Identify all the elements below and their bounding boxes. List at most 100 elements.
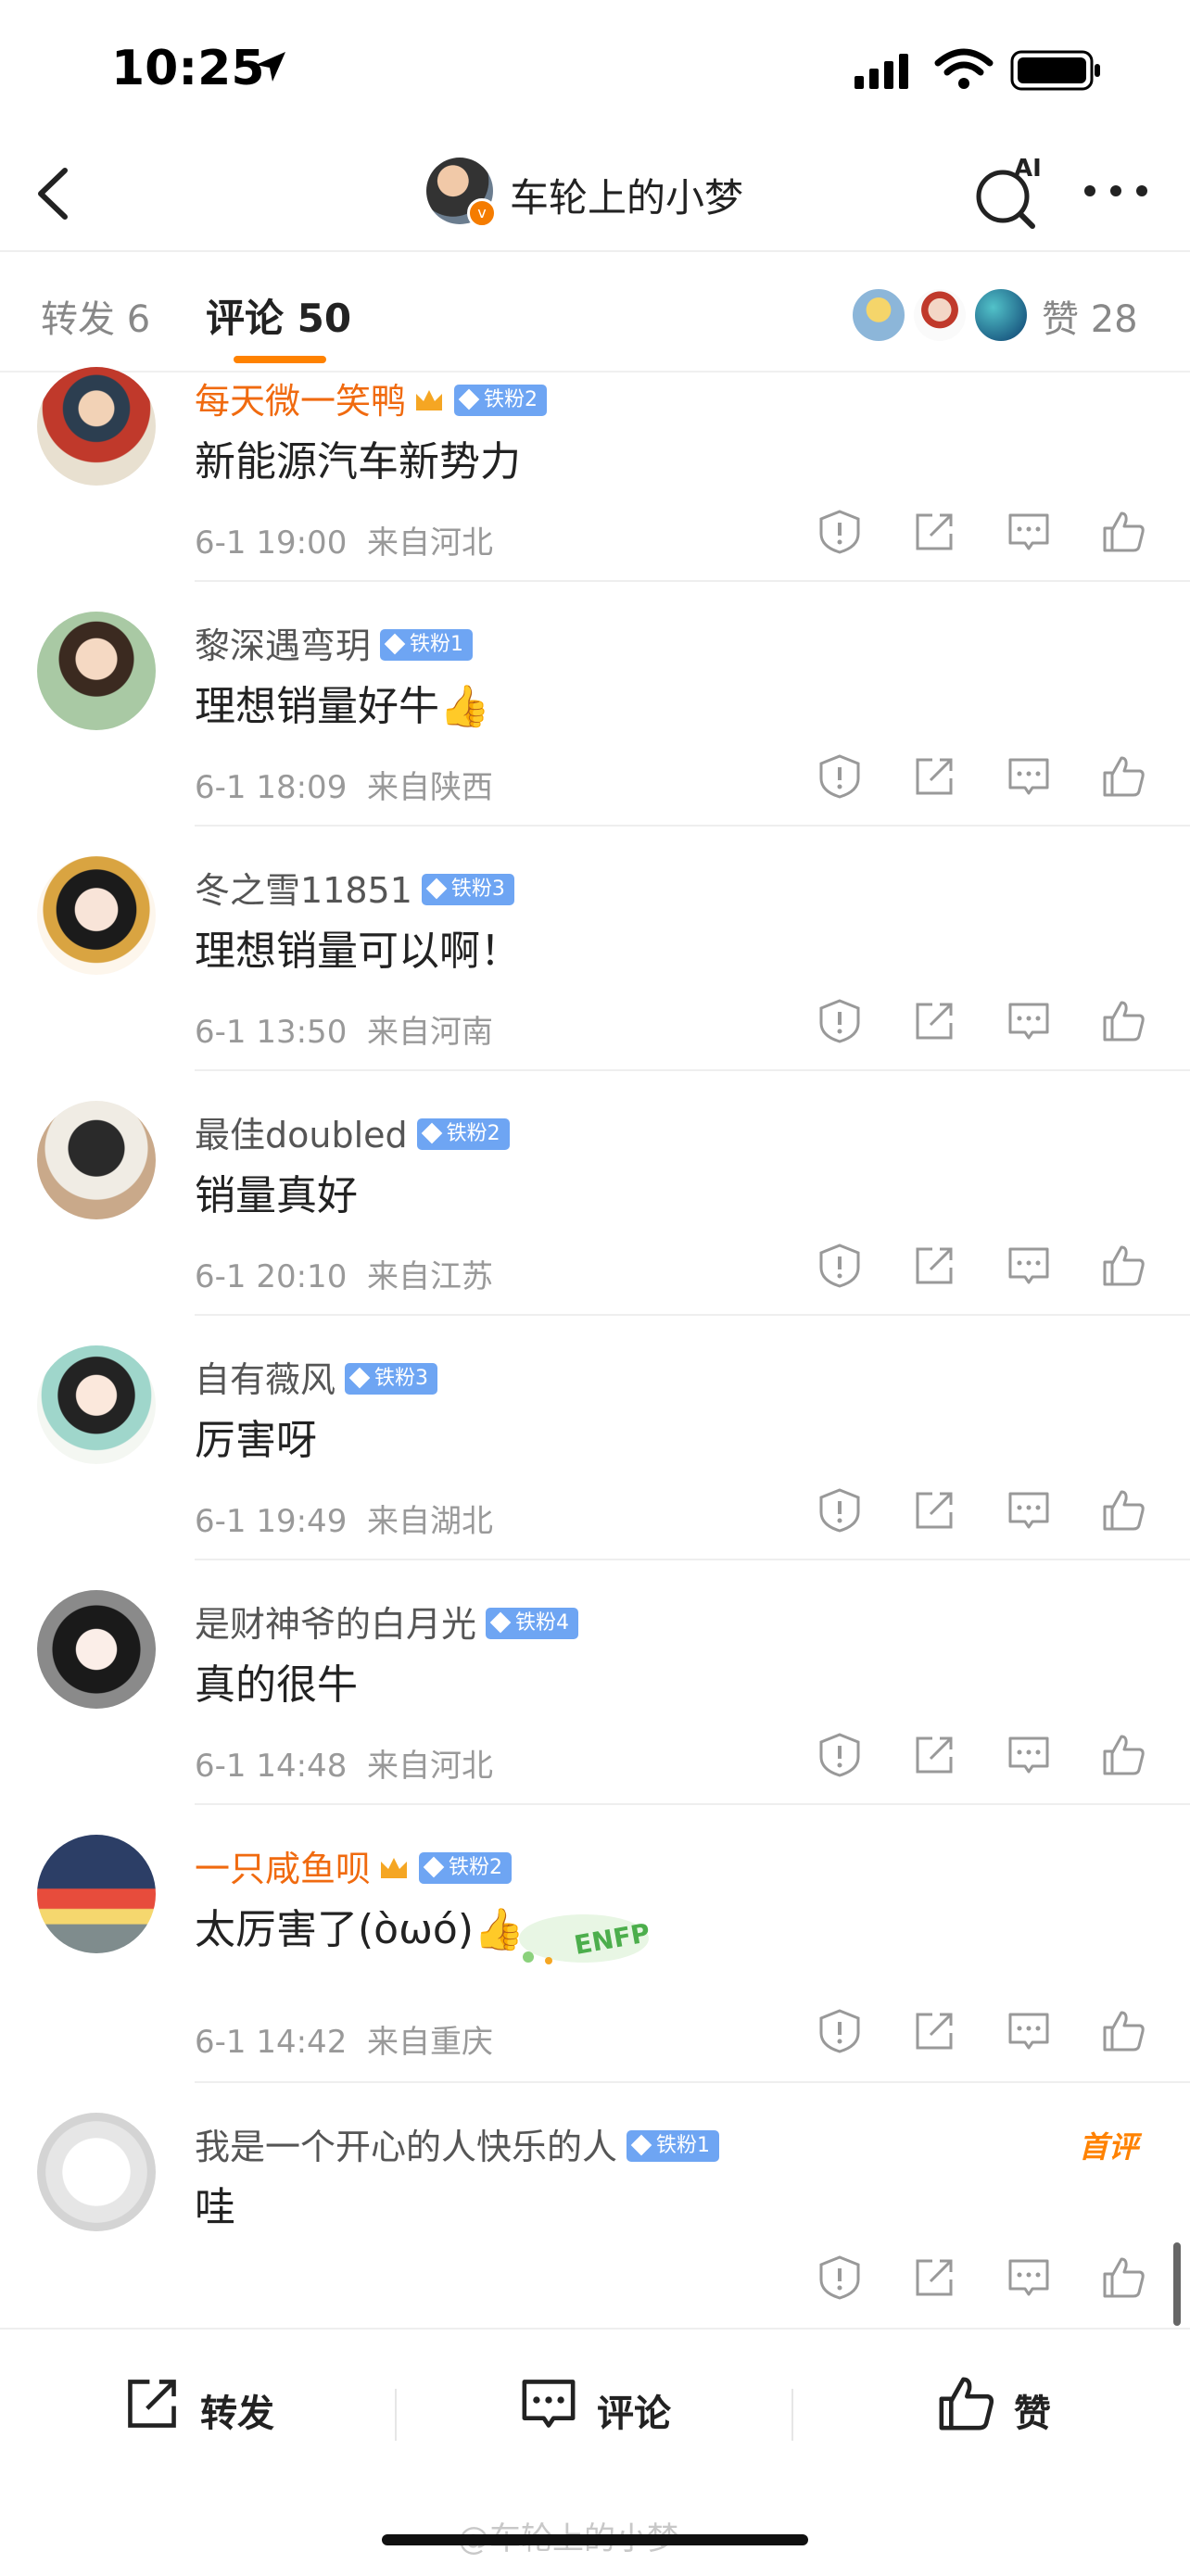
commenter-name[interactable]: 我是一个开心的人快乐的人 铁粉1 [195, 2118, 720, 2169]
comment-item: 自有薇风 铁粉3 厉害呀 6-1 19:49 来自湖北 [0, 1345, 1190, 1586]
page-title[interactable]: 车轮上的小梦 [510, 167, 743, 223]
reply-icon[interactable] [1005, 2254, 1053, 2302]
comment-text: 太厉害了(òωó)👍 [195, 1906, 525, 1953]
reply-icon[interactable] [1005, 1486, 1053, 1534]
comment-time: 6-1 14:48 [195, 1748, 348, 1785]
tab-comment[interactable]: 评论 50 [206, 287, 351, 344]
commenter-avatar[interactable] [37, 856, 156, 975]
commenter-name[interactable]: 最佳doubled 铁粉2 [195, 1106, 510, 1157]
report-icon[interactable] [816, 2007, 864, 2055]
commenter-avatar[interactable] [37, 1101, 156, 1219]
comment-actions [816, 1242, 1149, 1297]
thumbs-up-icon [939, 2377, 994, 2431]
comment-time: 6-1 19:49 [195, 1503, 348, 1540]
fan-badge: 铁粉2 [416, 1118, 510, 1150]
comment-actions [816, 1731, 1149, 1787]
comment-text: 理想销量好牛👍 [195, 683, 490, 730]
comment-actions [816, 1486, 1149, 1542]
tab-bar: 转发 6 评论 50 赞 28 [0, 252, 1190, 373]
comment-location: 来自江苏 [366, 1258, 493, 1295]
like-icon[interactable] [1099, 752, 1147, 801]
commenter-name[interactable]: 是财神爷的白月光 铁粉4 [195, 1596, 579, 1647]
commenter-avatar[interactable] [37, 1345, 156, 1464]
report-icon[interactable] [816, 2254, 864, 2302]
report-icon[interactable] [816, 1242, 864, 1290]
share-icon[interactable] [910, 1486, 958, 1534]
fan-badge-text: 铁粉2 [446, 1121, 500, 1145]
bottom-bar-separator [395, 2389, 397, 2441]
report-icon[interactable] [816, 508, 864, 556]
comment-text: 厉害呀 [195, 1417, 317, 1464]
commenter-name[interactable]: 自有薇风 铁粉3 [195, 1351, 438, 1402]
share-icon[interactable] [910, 1242, 958, 1290]
comment-actions [816, 2007, 1149, 2063]
reply-icon[interactable] [1005, 508, 1053, 556]
comment-location: 来自陕西 [366, 769, 493, 806]
commenter-avatar[interactable] [37, 2113, 156, 2231]
like-icon[interactable] [1099, 2007, 1147, 2055]
tab-like[interactable]: 赞 28 [1042, 289, 1138, 343]
fan-badge-text: 铁粉4 [515, 1610, 570, 1635]
fan-badge-text: 铁粉1 [656, 2133, 711, 2157]
commenter-name[interactable]: 冬之雪11851 铁粉3 [195, 862, 514, 913]
author-avatar[interactable]: v [426, 158, 497, 228]
comment-divider [195, 825, 1190, 827]
commenter-name-text: 黎深遇弯玥 [195, 625, 372, 666]
tab-forward[interactable]: 转发 6 [41, 289, 150, 343]
like-icon[interactable] [1099, 508, 1147, 556]
ai-search-icon[interactable]: AI [973, 156, 1047, 230]
crown-icon [381, 1857, 408, 1878]
share-icon[interactable] [910, 997, 958, 1045]
commenter-name-text: 自有薇风 [195, 1359, 336, 1400]
commenter-name[interactable]: 每天微一笑鸭 铁粉2 [195, 373, 548, 423]
like-icon[interactable] [1099, 997, 1147, 1045]
reply-icon[interactable] [1005, 1242, 1053, 1290]
reply-icon[interactable] [1005, 752, 1053, 801]
active-tab-indicator [234, 356, 326, 363]
reply-icon[interactable] [1005, 1731, 1053, 1779]
fan-badge: 铁粉1 [627, 2129, 720, 2162]
commenter-name[interactable]: 一只咸鱼呗 铁粉2 [195, 1840, 513, 1891]
more-options-icon[interactable] [1082, 182, 1149, 200]
comment-time: 6-1 13:50 [195, 1014, 348, 1051]
back-arrow-icon[interactable] [28, 161, 83, 226]
report-icon[interactable] [816, 1486, 864, 1534]
comment-divider [195, 1314, 1190, 1316]
forward-button[interactable]: 转发 [120, 2368, 324, 2443]
share-icon[interactable] [910, 752, 958, 801]
like-label: 赞 [1014, 2393, 1051, 2435]
commenter-name[interactable]: 黎深遇弯玥 铁粉1 [195, 617, 474, 668]
fan-badge: 铁粉4 [486, 1607, 579, 1639]
comment-divider [195, 1803, 1190, 1805]
home-indicator[interactable] [382, 2534, 808, 2545]
commenter-avatar[interactable] [37, 1835, 156, 1953]
comment-location: 来自河北 [366, 1748, 493, 1785]
share-icon[interactable] [910, 1731, 958, 1779]
forward-label: 转发 [200, 2393, 274, 2435]
fan-badge-text: 铁粉2 [449, 1855, 503, 1879]
scrollbar[interactable] [1173, 2242, 1181, 2326]
share-icon[interactable] [910, 2254, 958, 2302]
commenter-name-text: 我是一个开心的人快乐的人 [195, 2127, 618, 2167]
like-icon[interactable] [1099, 1486, 1147, 1534]
comment-item: 是财神爷的白月光 铁粉4 真的很牛 6-1 14:48 来自河北 [0, 1590, 1190, 1831]
bottom-bar-separator [791, 2389, 793, 2441]
fan-badge-text: 铁粉2 [484, 387, 538, 411]
share-icon[interactable] [910, 2007, 958, 2055]
comment-button[interactable]: 评论 [517, 2368, 721, 2443]
forward-icon [128, 2380, 176, 2428]
report-icon[interactable] [816, 997, 864, 1045]
commenter-avatar[interactable] [37, 367, 156, 486]
reply-icon[interactable] [1005, 2007, 1053, 2055]
comment-item: 冬之雪11851 铁粉3 理想销量可以啊！ 6-1 13:50 来自河南 [0, 856, 1190, 1097]
report-icon[interactable] [816, 752, 864, 801]
like-button[interactable]: 赞 [934, 2368, 1120, 2443]
reply-icon[interactable] [1005, 997, 1053, 1045]
report-icon[interactable] [816, 1731, 864, 1779]
commenter-avatar[interactable] [37, 612, 156, 730]
like-icon[interactable] [1099, 2254, 1147, 2302]
like-icon[interactable] [1099, 1731, 1147, 1779]
share-icon[interactable] [910, 508, 958, 556]
commenter-avatar[interactable] [37, 1590, 156, 1709]
like-icon[interactable] [1099, 1242, 1147, 1290]
